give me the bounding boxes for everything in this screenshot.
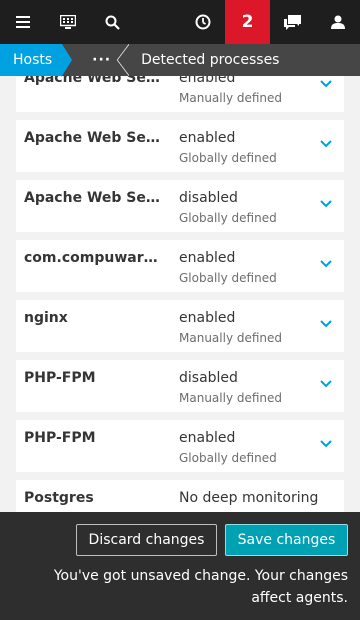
- dashboard-button[interactable]: [45, 0, 90, 44]
- dashboard-icon: [59, 15, 76, 29]
- chat-icon: [284, 14, 301, 30]
- search-button[interactable]: [90, 0, 135, 44]
- process-source: Globally defined: [179, 151, 277, 165]
- breadcrumb-hosts[interactable]: Hosts: [0, 44, 73, 76]
- process-status: disabled: [179, 190, 238, 206]
- discard-changes-button[interactable]: Discard changes: [76, 524, 217, 556]
- process-list-area: Apache Web Ser... enabled Manually defin…: [0, 76, 360, 512]
- process-name: PHP-FPM: [24, 370, 96, 386]
- chevron-down-icon[interactable]: [318, 196, 334, 212]
- process-name: Apache Web Ser...: [24, 190, 164, 206]
- process-source: Manually defined: [179, 391, 283, 405]
- chevron-down-icon[interactable]: [318, 316, 334, 332]
- process-name: Apache Web Ser...: [24, 76, 164, 86]
- process-name: Apache Web Ser...: [24, 130, 164, 146]
- list-item[interactable]: Postgres No deep monitoring available: [16, 480, 344, 512]
- process-name: nginx: [24, 310, 68, 326]
- process-status: enabled: [179, 250, 236, 266]
- search-icon: [105, 15, 120, 30]
- process-status: enabled: [179, 76, 236, 86]
- process-status: enabled: [179, 430, 236, 446]
- process-status: No deep monitoring: [179, 490, 319, 506]
- user-button[interactable]: [315, 0, 360, 44]
- breadcrumb-hosts-label: Hosts: [13, 52, 53, 68]
- list-item[interactable]: Apache Web Ser... enabled Globally defin…: [16, 120, 344, 172]
- breadcrumb: Hosts ··· Detected processes: [0, 44, 360, 76]
- user-icon: [330, 15, 345, 29]
- save-changes-button[interactable]: Save changes: [225, 524, 348, 556]
- process-source: Manually defined: [179, 91, 283, 105]
- process-status: enabled: [179, 310, 236, 326]
- top-bar: 2: [0, 0, 360, 44]
- breadcrumb-more[interactable]: ···: [78, 44, 130, 76]
- process-status: disabled: [179, 370, 238, 386]
- breadcrumb-current: Detected processes: [123, 44, 279, 76]
- process-source: Manually defined: [179, 331, 283, 345]
- menu-icon: [15, 16, 30, 28]
- process-name: PHP-FPM: [24, 430, 96, 446]
- process-source: Globally defined: [179, 451, 277, 465]
- unsaved-changes-bar: Discard changes Save changes You've got …: [0, 512, 360, 620]
- list-item[interactable]: PHP-FPM disabled Manually defined: [16, 360, 344, 412]
- process-list: Apache Web Ser... enabled Manually defin…: [16, 76, 344, 512]
- list-item[interactable]: com.compuware... enabled Globally define…: [16, 240, 344, 292]
- process-source: Globally defined: [179, 271, 277, 285]
- list-item[interactable]: Apache Web Ser... disabled Globally defi…: [16, 180, 344, 232]
- list-item[interactable]: nginx enabled Manually defined: [16, 300, 344, 352]
- timeframe-button[interactable]: [180, 0, 225, 44]
- list-item[interactable]: PHP-FPM enabled Globally defined: [16, 420, 344, 472]
- process-source: Globally defined: [179, 211, 277, 225]
- chevron-down-icon[interactable]: [318, 136, 334, 152]
- problems-button[interactable]: 2: [225, 0, 270, 44]
- menu-button[interactable]: [0, 0, 45, 44]
- unsaved-changes-message: You've got unsaved change. Your changes …: [53, 568, 348, 606]
- chevron-down-icon[interactable]: [318, 256, 334, 272]
- chat-button[interactable]: [270, 0, 315, 44]
- list-item[interactable]: Apache Web Ser... enabled Manually defin…: [16, 76, 344, 112]
- chevron-down-icon[interactable]: [318, 76, 334, 92]
- chevron-down-icon[interactable]: [318, 376, 334, 392]
- chevron-down-icon[interactable]: [318, 436, 334, 452]
- process-name: com.compuware...: [24, 250, 164, 266]
- problems-count: 2: [241, 12, 254, 32]
- breadcrumb-more-label: ···: [92, 52, 112, 68]
- process-name: Postgres: [24, 490, 94, 506]
- breadcrumb-current-label: Detected processes: [141, 52, 280, 68]
- clock-icon: [195, 14, 210, 30]
- process-status: enabled: [179, 130, 236, 146]
